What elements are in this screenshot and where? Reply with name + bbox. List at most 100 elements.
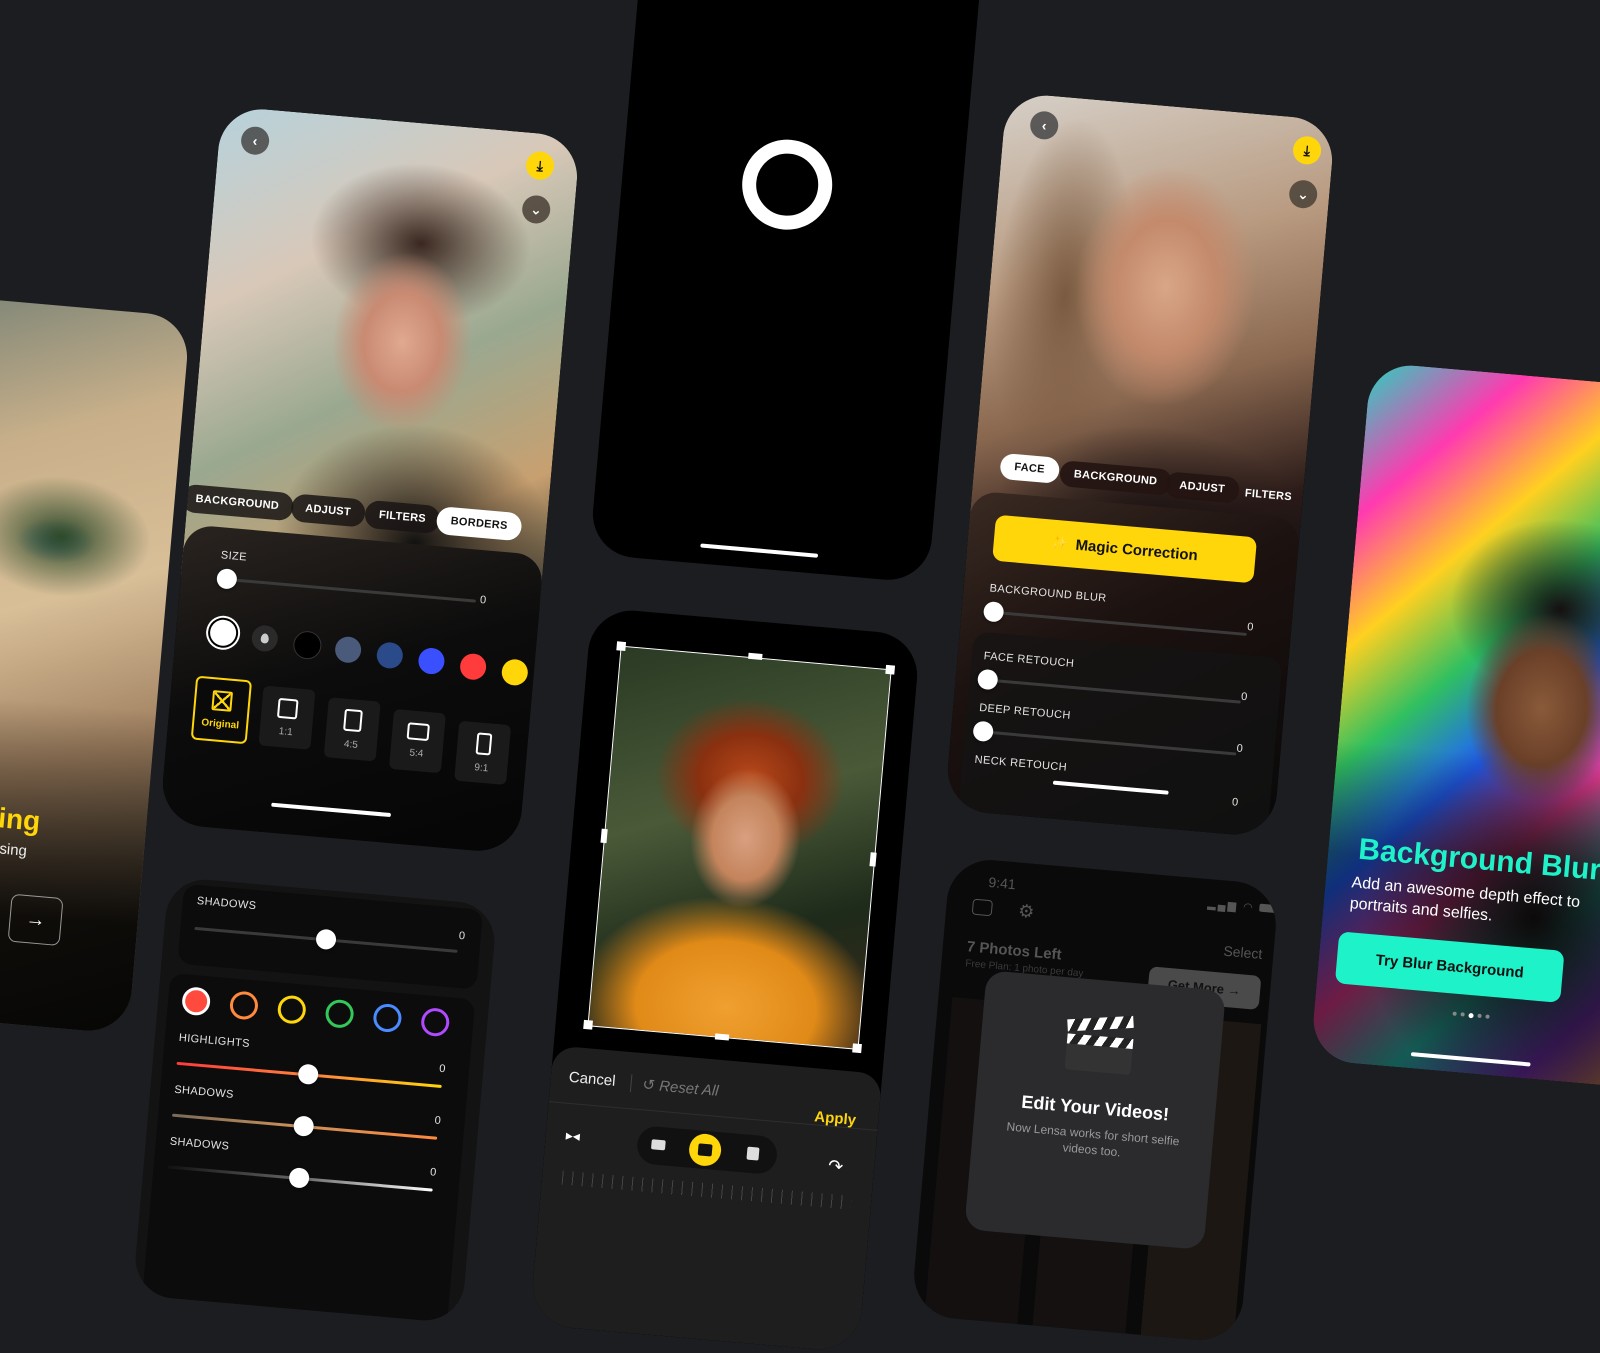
download-icon: ⤓: [1303, 141, 1311, 159]
crop-handle-right[interactable]: [869, 852, 877, 867]
shadows-3-label: SHADOWS: [169, 1135, 230, 1153]
angle-ruler[interactable]: [561, 1170, 852, 1210]
page-dot[interactable]: [1460, 1012, 1465, 1017]
straighten-button[interactable]: [687, 1132, 723, 1168]
hue-green[interactable]: [324, 998, 355, 1029]
hue-orange[interactable]: [228, 990, 260, 1021]
ratio-1-1-label: 1:1: [278, 725, 294, 738]
hue-yellow[interactable]: [276, 994, 307, 1025]
hsl-adjust-screen: SHADOWS 0 HIGHLIGHTS 0 SHADOWS 0 SHADOWS…: [132, 876, 498, 1324]
crop-handle-bl[interactable]: [583, 1019, 593, 1030]
ratio-9-16[interactable]: 9:1: [454, 720, 512, 786]
color-swatch-slate[interactable]: [334, 635, 363, 664]
shadows-3-slider-knob[interactable]: [288, 1167, 310, 1189]
camera-button[interactable]: [971, 898, 994, 917]
landscape-rect-icon: [406, 722, 430, 742]
color-swatch-black[interactable]: [292, 630, 323, 661]
crop-frame[interactable]: [587, 645, 892, 1050]
shadows-value: 0: [458, 929, 466, 943]
color-swatch-blue[interactable]: [417, 646, 446, 676]
rotate-icon: ↷: [827, 1155, 845, 1177]
portrait-rect-icon: [343, 708, 363, 732]
vertical-skew-button[interactable]: [746, 1146, 760, 1161]
arrow-right-icon: →: [24, 907, 47, 932]
signal-icon: ▂▄▆: [1206, 898, 1239, 913]
size-slider[interactable]: [224, 577, 476, 603]
shadows-label: SHADOWS: [196, 894, 257, 913]
ratio-4-5[interactable]: 4:5: [323, 697, 381, 762]
page-dot[interactable]: [1485, 1014, 1490, 1019]
status-time: 9:41: [987, 873, 1017, 893]
crop-handle-br[interactable]: [852, 1043, 862, 1054]
crop-handle-tr[interactable]: [885, 664, 896, 675]
background-blur-slider[interactable]: [991, 610, 1247, 636]
page-dot[interactable]: [1452, 1011, 1457, 1016]
color-swatch-navy[interactable]: [375, 641, 404, 670]
size-value: 0: [479, 594, 487, 607]
tall-rect-icon: [475, 731, 492, 756]
magic-correction-label: Magic Correction: [1074, 536, 1199, 564]
hue-purple[interactable]: [420, 1007, 451, 1038]
modal-body: Now Lensa works for short selfie videos …: [1006, 1119, 1181, 1160]
tab-face[interactable]: FACE: [999, 452, 1060, 484]
magic-correction-button[interactable]: ✨ Magic Correction: [992, 514, 1258, 584]
splash-screen: [589, 0, 991, 584]
neck-retouch-value: 0: [1231, 796, 1239, 809]
expand-icon: [211, 689, 234, 712]
ratio-5-4[interactable]: 5:4: [388, 708, 446, 774]
select-button[interactable]: Select: [1223, 943, 1263, 962]
color-swatch-red[interactable]: [459, 652, 488, 681]
shadows-slider-knob[interactable]: [315, 928, 337, 951]
shadows-2-value: 0: [434, 1114, 442, 1128]
color-dropper[interactable]: [250, 624, 279, 653]
hue-blue[interactable]: [372, 1002, 403, 1034]
shadows-3-value: 0: [429, 1166, 437, 1179]
settings-button[interactable]: ⚙: [1017, 901, 1035, 923]
size-slider-knob[interactable]: [216, 568, 238, 590]
crop-editor-screen: Cancel ↺ Reset All Apply ▸◂ ↷: [529, 606, 921, 1353]
status-icons: ▂▄▆ ◠: [1206, 897, 1277, 916]
mirror-icon: ▸◂: [565, 1126, 581, 1144]
shadows-2-label: SHADOWS: [173, 1083, 235, 1101]
hsl-card: HIGHLIGHTS 0 SHADOWS 0 SHADOWS 0: [141, 972, 476, 1324]
highlights-slider-knob[interactable]: [297, 1063, 320, 1086]
next-button[interactable]: →: [7, 893, 64, 947]
color-swatch-yellow[interactable]: [500, 658, 529, 687]
horizontal-skew-button[interactable]: [650, 1139, 666, 1151]
hue-red[interactable]: [180, 986, 212, 1017]
ratio-original[interactable]: Original: [190, 675, 253, 745]
crop-handle-top[interactable]: [748, 652, 763, 661]
page-dot[interactable]: [1477, 1013, 1482, 1019]
shadows-card: SHADOWS 0: [177, 883, 484, 990]
chevron-down-icon: ⌄: [1296, 185, 1310, 203]
battery-icon: [1259, 903, 1277, 914]
rotate-button[interactable]: ↷: [827, 1156, 844, 1178]
onboarding-screen: iting o using →: [0, 285, 191, 1035]
page-dot-active[interactable]: [1468, 1012, 1474, 1019]
reset-all-button[interactable]: ↺ Reset All: [642, 1075, 719, 1100]
face-panel: ✨ Magic Correction BACKGROUND BLUR 0 FAC…: [944, 490, 1301, 839]
magic-wand-icon: ✨: [1050, 534, 1069, 551]
background-blur-knob[interactable]: [982, 600, 1005, 623]
borders-editor-screen: ‹ ⤓ ⌄ BACKGROUND ADJUST FILTERS BORDERS …: [159, 105, 581, 855]
blur-promo-screen: Background Blur Add an awesome depth eff…: [1310, 361, 1600, 1089]
mirror-button[interactable]: ▸◂: [565, 1127, 580, 1145]
ratio-original-label: Original: [200, 716, 240, 731]
background-blur-label: BACKGROUND BLUR: [989, 582, 1108, 605]
crop-handle-tl[interactable]: [616, 641, 627, 652]
color-swatch-white[interactable]: [209, 618, 238, 647]
chevron-down-icon: ⌄: [529, 200, 543, 218]
library-screen: 9:41 ▂▄▆ ◠ ⚙ Select 7 Photos Left Free P…: [910, 856, 1280, 1344]
clapperboard-icon: [1064, 1015, 1135, 1075]
cancel-button[interactable]: Cancel: [568, 1069, 616, 1090]
dropper-icon: [260, 633, 270, 644]
crop-handle-left[interactable]: [600, 828, 608, 844]
ratio-1-1[interactable]: 1:1: [258, 685, 316, 750]
face-editor-screen: ‹ ⤓ ⌄ FACE BACKGROUND ADJUST FILTERS ✨ M…: [944, 91, 1336, 839]
shadows-2-slider-knob[interactable]: [292, 1115, 315, 1137]
chevron-left-icon: ‹: [252, 132, 259, 149]
crop-handle-bottom[interactable]: [714, 1033, 730, 1041]
ratio-4-5-label: 4:5: [343, 738, 359, 751]
home-indicator: [700, 543, 819, 558]
ring-logo-icon: [738, 135, 836, 234]
